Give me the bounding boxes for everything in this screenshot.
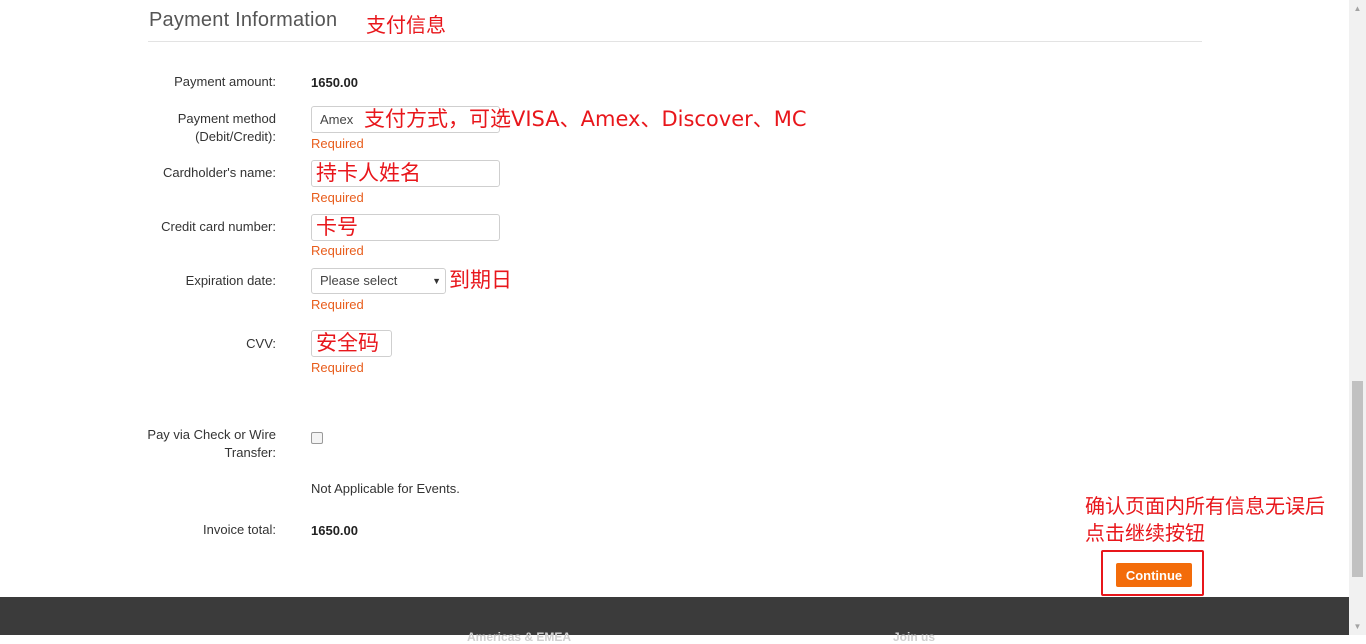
cvv-required: Required	[311, 360, 364, 375]
cvv-annotation: 安全码	[316, 331, 379, 355]
chevron-down-icon: ▼	[432, 276, 441, 286]
footer-link-join-us[interactable]: Join us	[893, 630, 935, 644]
payment-method-selected: Amex	[320, 112, 354, 127]
payment-method-label-line2: (Debit/Credit):	[195, 129, 276, 144]
annotation-section-title: 支付信息	[366, 13, 446, 37]
invoice-total-label: Invoice total:	[203, 522, 276, 537]
check-wire-label-line2: Transfer:	[224, 445, 276, 460]
expiration-date-select[interactable]: Please select ▼	[311, 268, 446, 294]
card-number-required: Required	[311, 243, 364, 258]
section-divider	[148, 41, 1202, 42]
scroll-up-icon[interactable]: ▲	[1349, 0, 1366, 17]
payment-page: Payment Information 支付信息 Payment amount:…	[0, 0, 1349, 644]
cardholder-name-annotation: 持卡人姓名	[316, 161, 421, 185]
footer-link-americas-emea[interactable]: Americas & EMEA	[467, 630, 571, 644]
section-title: Payment Information	[149, 9, 338, 31]
card-number-input[interactable]: 卡号	[311, 214, 500, 241]
cvv-input[interactable]: 安全码	[311, 330, 392, 357]
invoice-total-value: 1650.00	[311, 523, 358, 538]
cvv-label: CVV:	[246, 336, 276, 351]
scrollbar-thumb[interactable]	[1352, 381, 1363, 577]
payment-method-required: Required	[311, 136, 364, 151]
card-number-label: Credit card number:	[161, 219, 276, 234]
vertical-scrollbar[interactable]: ▲ ▼	[1349, 0, 1366, 635]
cardholder-name-input[interactable]: 持卡人姓名	[311, 160, 500, 187]
check-wire-label: Pay via Check or Wire Transfer:	[96, 426, 276, 462]
footer: Americas & EMEA Join us	[0, 597, 1349, 644]
payment-amount-label: Payment amount:	[174, 74, 276, 89]
expiration-date-required: Required	[311, 297, 364, 312]
cardholder-name-required: Required	[311, 190, 364, 205]
annotation-continue-line2: 点击继续按钮	[1085, 521, 1205, 545]
check-wire-checkbox[interactable]	[311, 432, 323, 444]
annotation-payment-method: 支付方式，可选VISA、Amex、Discover、MC	[364, 107, 807, 131]
scroll-down-icon[interactable]: ▼	[1349, 618, 1366, 635]
check-wire-note: Not Applicable for Events.	[311, 481, 460, 496]
card-number-annotation: 卡号	[316, 215, 358, 239]
annotation-continue-line1: 确认页面内所有信息无误后	[1085, 494, 1325, 518]
continue-button[interactable]: Continue	[1116, 563, 1192, 587]
cardholder-name-label: Cardholder's name:	[162, 165, 276, 180]
expiration-date-label: Expiration date:	[185, 273, 276, 288]
payment-amount-value: 1650.00	[311, 75, 358, 90]
check-wire-label-line1: Pay via Check or Wire	[147, 427, 276, 442]
annotation-expiration: 到期日	[449, 268, 512, 292]
payment-method-label-line1: Payment method	[177, 111, 276, 126]
expiration-date-selected: Please select	[320, 273, 398, 288]
annotation-continue: 确认页面内所有信息无误后 点击继续按钮	[1085, 493, 1325, 547]
payment-method-label: Payment method (Debit/Credit):	[96, 110, 276, 146]
